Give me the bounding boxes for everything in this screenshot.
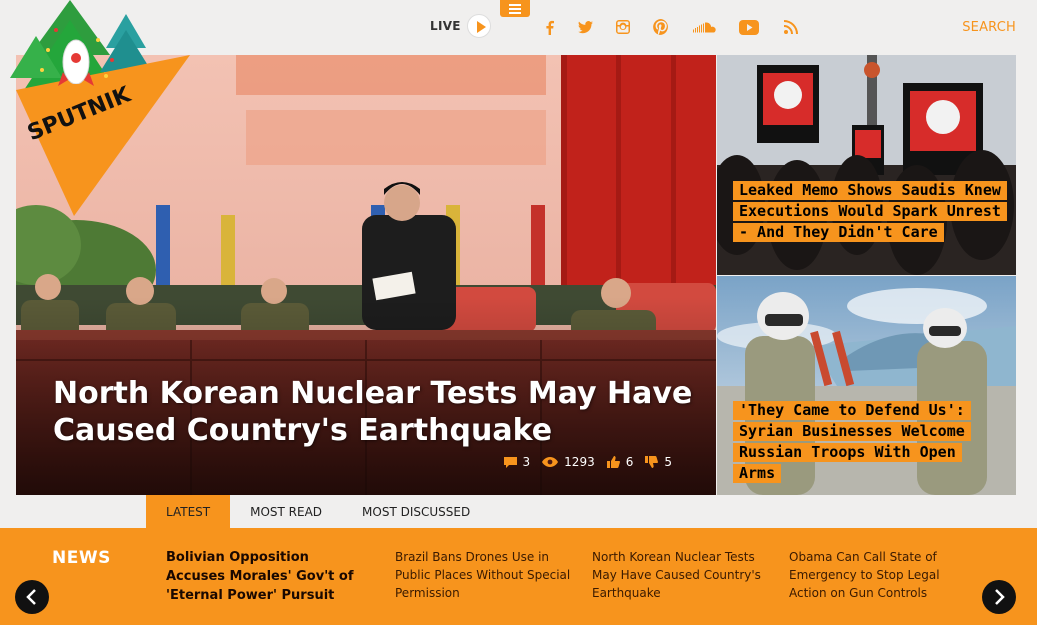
search-button[interactable]: SEARCH: [962, 20, 1016, 35]
play-icon: [466, 14, 491, 38]
twitter-icon[interactable]: [573, 17, 597, 37]
news-tabs: LATEST MOST READ MOST DISCUSSED: [146, 495, 490, 528]
chevron-left-icon: [26, 589, 36, 605]
hamburger-icon: [509, 3, 521, 6]
tab-most-discussed[interactable]: MOST DISCUSSED: [342, 495, 490, 528]
sputnik-logo[interactable]: SPUTNIK: [8, 0, 198, 220]
dislike-count: 5: [664, 455, 672, 469]
news-item[interactable]: Bolivian Opposition Accuses Morales' Gov…: [166, 548, 356, 605]
pinterest-icon[interactable]: [649, 17, 673, 37]
menu-toggle-button[interactable]: [500, 0, 530, 17]
instagram-icon[interactable]: [611, 17, 635, 37]
prev-arrow-button[interactable]: [15, 580, 49, 614]
side-story-protest[interactable]: Leaked Memo Shows Saudis Knew Executions…: [717, 55, 1016, 275]
side-story-headline[interactable]: Leaked Memo Shows Saudis Knew Executions…: [733, 180, 1007, 243]
hamburger-line: [509, 7, 521, 10]
eye-icon: [542, 457, 559, 467]
tab-most-read[interactable]: MOST READ: [230, 495, 342, 528]
comment-count: 3: [522, 455, 531, 469]
comment-icon: [503, 456, 517, 468]
hamburger-line: [509, 11, 521, 14]
news-item[interactable]: Brazil Bans Drones Use in Public Places …: [395, 548, 580, 602]
logo-graphic: SPUTNIK: [10, 0, 190, 216]
live-button[interactable]: LIVE: [430, 14, 491, 38]
next-arrow-button[interactable]: [982, 580, 1016, 614]
youtube-icon[interactable]: [738, 17, 760, 37]
thumbs-up-icon[interactable]: [606, 456, 620, 468]
soundcloud-icon[interactable]: [692, 17, 718, 37]
side-story-headline[interactable]: 'They Came to Defend Us': Syrian Busines…: [733, 400, 1003, 484]
rss-icon[interactable]: [779, 17, 803, 37]
facebook-icon[interactable]: [537, 17, 561, 37]
side-story-pilots[interactable]: 'They Came to Defend Us': Syrian Busines…: [717, 276, 1016, 495]
news-item[interactable]: Obama Can Call State of Emergency to Sto…: [789, 548, 959, 602]
live-label: LIVE: [430, 19, 461, 33]
hero-headline[interactable]: North Korean Nuclear Tests May Have Caus…: [53, 375, 693, 449]
news-item[interactable]: North Korean Nuclear Tests May Have Caus…: [592, 548, 772, 602]
view-count: 1293: [564, 455, 595, 469]
chevron-right-icon: [995, 589, 1005, 605]
like-count: 6: [625, 455, 634, 469]
thumbs-down-icon[interactable]: [645, 456, 659, 468]
news-section-label: NEWS: [52, 548, 111, 568]
tab-latest[interactable]: LATEST: [146, 495, 231, 528]
side-story-headline-text: Leaked Memo Shows Saudis Knew Executions…: [733, 181, 1007, 242]
hero-stats: 3 1293 6 5: [498, 455, 672, 469]
news-strip: NEWS Bolivian Opposition Accuses Morales…: [0, 528, 1037, 625]
side-story-headline-text: 'They Came to Defend Us': Syrian Busines…: [733, 401, 971, 483]
